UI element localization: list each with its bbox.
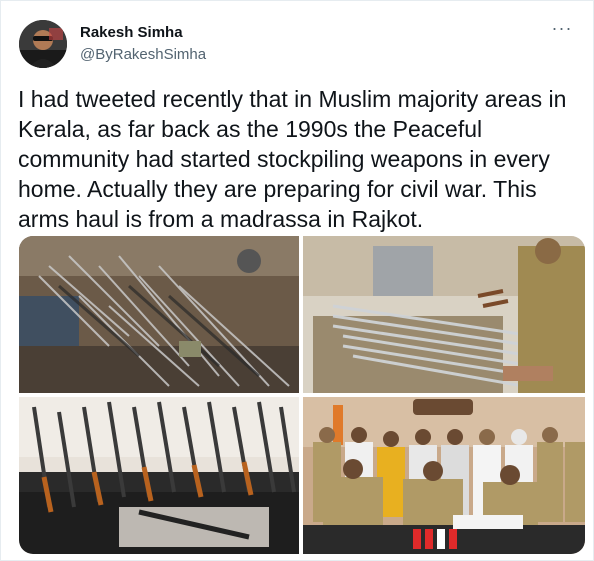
author-handle[interactable]: @ByRakeshSimha bbox=[80, 46, 206, 64]
avatar-photo bbox=[19, 20, 67, 68]
swords-on-ground-photo[interactable] bbox=[19, 236, 299, 393]
author-name[interactable]: Rakesh Simha bbox=[80, 24, 183, 42]
police-press-conference-photo[interactable] bbox=[303, 397, 585, 554]
tweet-text-line: community had started stockpiling weapon… bbox=[18, 146, 550, 172]
avatar[interactable] bbox=[19, 20, 67, 68]
media-grid bbox=[19, 236, 585, 554]
tweet-text-line: Kerala, as far back as the 1990s the Pea… bbox=[18, 116, 483, 142]
tweet-text-line: arms haul is from a madrassa in Rajkot. bbox=[18, 206, 424, 232]
rifles-on-sofa-photo[interactable] bbox=[19, 397, 299, 554]
swords-on-table-photo[interactable] bbox=[303, 236, 585, 393]
tweet-text: I had tweeted recently that in Muslim ma… bbox=[18, 84, 578, 234]
tweet-text-line: home. Actually they are preparing for ci… bbox=[18, 176, 537, 202]
more-options-icon[interactable]: ··· bbox=[550, 19, 574, 42]
tweet-text-line: I had tweeted recently that in Muslim ma… bbox=[18, 86, 567, 112]
